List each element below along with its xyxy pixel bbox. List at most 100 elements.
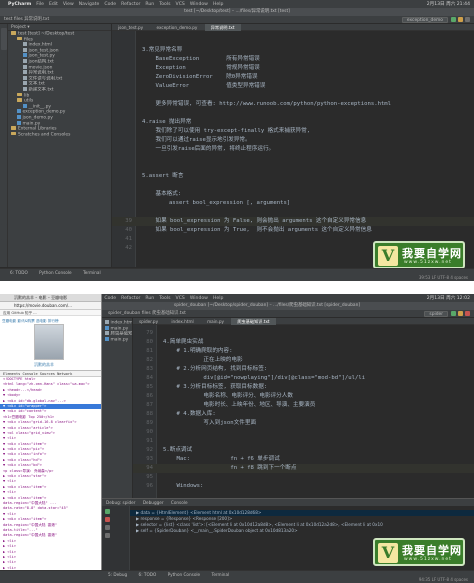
code-line[interactable]: 85 # 3.分析目标标签, 获取目标数据: xyxy=(133,383,474,392)
code-line[interactable] xyxy=(112,163,474,172)
file-icon xyxy=(105,331,109,336)
menu-run[interactable]: Run xyxy=(145,2,154,7)
mute-breakpoints-icon[interactable] xyxy=(105,533,110,538)
movie-title-link[interactable]: 沉默的羔羊 xyxy=(34,362,74,368)
code-line[interactable]: ZeroDivisionError 除0异常错误 xyxy=(112,73,474,82)
code-line[interactable]: 89 写入到json文件里面 xyxy=(133,419,474,428)
menu-tools[interactable]: Tools xyxy=(159,2,170,7)
code-line[interactable]: BaseException 所有异常错误 xyxy=(112,55,474,64)
menu-refactor[interactable]: Refactor xyxy=(121,296,140,301)
resume-icon[interactable] xyxy=(105,509,110,514)
code-line[interactable]: 91 xyxy=(133,437,474,446)
code-line[interactable]: 93 Mac: fn + f6 单步调试 xyxy=(133,455,474,464)
code-line[interactable]: assert bool_expression [, arguments] xyxy=(112,199,474,208)
code-line[interactable] xyxy=(112,181,474,190)
code-line[interactable]: 3.常见异常名称 xyxy=(112,46,474,55)
code-line[interactable]: 80 4.简单爬虫实战 xyxy=(133,338,474,347)
code-line[interactable]: ValueError 值类型异常错误 xyxy=(112,82,474,91)
code-line[interactable]: 我们除了可以使用 try-except-finally 格式来捕获异常, xyxy=(112,127,474,136)
stop-icon[interactable] xyxy=(105,517,110,522)
variable-row[interactable]: ▶ self = {SpiderDouban} <__main__.Spider… xyxy=(102,528,474,534)
code-line[interactable]: 更多异常错误, 可查看: http://www.runoob.com/pytho… xyxy=(112,100,474,109)
code-line[interactable]: 5.assert 断言 xyxy=(112,172,474,181)
tab-main[interactable]: main.py xyxy=(201,318,230,325)
menu-vcs[interactable]: VCS xyxy=(176,296,185,301)
menu-vcs[interactable]: VCS xyxy=(176,2,185,7)
project-tool-tab[interactable] xyxy=(1,28,7,50)
code-line[interactable]: 96 Windows: xyxy=(133,482,474,491)
stop-icon[interactable] xyxy=(465,311,470,316)
menu-window[interactable]: Window xyxy=(190,296,208,301)
menu-window[interactable]: Window xyxy=(190,2,208,7)
menu-help[interactable]: Help xyxy=(213,296,223,301)
code-line[interactable]: 87 电影时长、上映年份、地区、导演、主要演员 xyxy=(133,401,474,410)
project-tree-item[interactable]: main.py xyxy=(102,336,132,343)
tab-debugger[interactable]: Debugger xyxy=(143,500,164,505)
code-line[interactable]: 82 正在上映的电影 xyxy=(133,356,474,365)
menu-view[interactable]: View xyxy=(63,2,74,7)
search-everywhere-icon[interactable] xyxy=(465,17,470,22)
code-line[interactable]: 94 fn + f8 跳到下一个断点 xyxy=(133,464,474,473)
menu-edit[interactable]: Edit xyxy=(49,2,58,7)
code-line[interactable]: 一旦引发raise后面的异常, 将终止程序运行。 xyxy=(112,145,474,154)
menu-run[interactable]: Run xyxy=(145,296,154,301)
code-line[interactable]: 39 如果 bool_expression 为 False, 则会抛出 argu… xyxy=(112,217,474,226)
tab-exception-demo[interactable]: exception_demo.py xyxy=(151,24,204,31)
menu-refactor[interactable]: Refactor xyxy=(121,2,140,7)
menu-file[interactable]: File xyxy=(36,2,44,7)
code-line[interactable] xyxy=(112,91,474,100)
code-line[interactable]: 81 # 1.明确爬取的内容: xyxy=(133,347,474,356)
menu-tools[interactable]: Tools xyxy=(159,296,170,301)
tab-json-test[interactable]: json_test.py xyxy=(112,24,149,31)
code-editor[interactable]: 3.常见异常名称 BaseException 所有异常错误 Exception … xyxy=(112,31,474,267)
code-line[interactable] xyxy=(112,109,474,118)
app-menu[interactable]: PyCharm xyxy=(8,2,31,7)
code-line[interactable]: 4.raise 抛出异常 xyxy=(112,118,474,127)
debug-icon[interactable] xyxy=(458,17,463,22)
project-tree-item[interactable]: Scratches and Consoles xyxy=(8,131,111,138)
code-line[interactable]: 基本格式: xyxy=(112,190,474,199)
favorites-tool-tab[interactable] xyxy=(1,224,7,240)
movie-poster-image[interactable] xyxy=(34,324,64,360)
code-editor[interactable]: 79 80 4.简单爬虫实战 81 # 1.明确爬取的内容: 82 正在上映的电影 83 … xyxy=(133,325,474,498)
bookmarks-bar[interactable]: 应用 GitHub 知乎 ... xyxy=(0,310,101,316)
project-panel-header[interactable]: Project ▾ xyxy=(8,24,111,31)
code-line[interactable] xyxy=(112,154,474,163)
caret-position[interactable]: 94:35 LF UTF-8 4 spaces xyxy=(419,577,468,583)
structure-tool-tab[interactable] xyxy=(1,54,7,68)
code-line[interactable]: 88 # 4.数据入库: xyxy=(133,410,474,419)
code-line[interactable]: 90 xyxy=(133,428,474,437)
tab-console[interactable]: Console xyxy=(171,500,188,505)
run-icon[interactable] xyxy=(451,17,456,22)
code-line[interactable]: 95 xyxy=(133,473,474,482)
code-line[interactable]: Exception 常规异常错误 xyxy=(112,64,474,73)
code-line[interactable]: 86 电影名称、电影评分、电影评分人数 xyxy=(133,392,474,401)
view-breakpoints-icon[interactable] xyxy=(105,525,110,530)
code-line[interactable] xyxy=(112,208,474,217)
debug-icon[interactable] xyxy=(458,311,463,316)
code-line[interactable]: 我们可以通过raise显示地引发异常。 xyxy=(112,136,474,145)
tab-spider-notes[interactable]: 爬虫基础知识.txt xyxy=(231,318,276,325)
menu-navigate[interactable]: Navigate xyxy=(79,2,100,7)
run-icon[interactable] xyxy=(451,311,456,316)
menu-code[interactable]: Code xyxy=(104,2,116,7)
browser-tab[interactable]: 沉默的羔羊 – 电影 – 豆瓣电影 xyxy=(0,294,101,302)
run-config-select[interactable]: spider xyxy=(424,311,448,317)
code-line[interactable]: 92 5.断点调试 xyxy=(133,446,474,455)
code-line[interactable]: 40 如果 bool_expression 为 True, 则不会抛出 argu… xyxy=(112,226,474,235)
code-line[interactable]: 84 div[@id="nowplaying"]/div[@class="mod… xyxy=(133,374,474,383)
breadcrumb[interactable]: spider_douban files 爬虫基础知识.txt xyxy=(108,311,186,316)
code-line[interactable]: 79 xyxy=(133,329,474,338)
menu-help[interactable]: Help xyxy=(213,2,223,7)
code-line[interactable]: 83 # 2.分析网页结构, 找到目标标签: xyxy=(133,365,474,374)
run-config-select[interactable]: exception_demo xyxy=(401,17,448,23)
dom-tree[interactable]: <!DOCTYPE html> <html lang="zh-cmn-Hans" … xyxy=(0,377,101,576)
dom-node[interactable]: <html lang="zh-cmn-Hans" class="ua-mac"> xyxy=(0,382,101,387)
tab-exception-notes[interactable]: 异常说明.txt xyxy=(204,24,241,31)
code-line[interactable] xyxy=(112,37,474,46)
menu-code[interactable]: Code xyxy=(104,296,116,301)
tab-spider[interactable]: spider.py xyxy=(133,318,164,325)
breadcrumb[interactable]: test files 异常说明.txt xyxy=(4,17,49,22)
tab-index-html[interactable]: index.html xyxy=(165,318,199,325)
address-bar[interactable]: https://movie.douban.com/... xyxy=(0,302,101,310)
